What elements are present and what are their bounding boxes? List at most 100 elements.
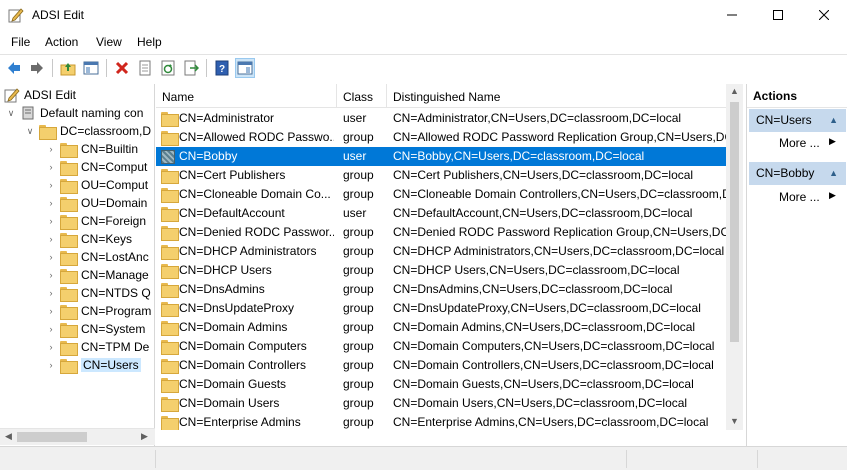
- table-row[interactable]: CN=DnsUpdateProxy group CN=DnsUpdateProxy,…: [156, 299, 726, 318]
- show-hide-action-pane-button[interactable]: [235, 58, 255, 78]
- folder-icon: [60, 214, 78, 230]
- tree-root-label: ADSI Edit: [24, 88, 77, 102]
- action-more-bobby[interactable]: More ... ▶: [779, 190, 836, 204]
- tree-item[interactable]: › CN=NTDS Q: [46, 284, 151, 302]
- expand-chevron-icon[interactable]: ›: [46, 306, 56, 316]
- tree-domain[interactable]: ∨ DC=classroom,D: [25, 122, 151, 140]
- up-one-level-button[interactable]: [58, 58, 78, 78]
- expand-chevron-icon[interactable]: ›: [46, 234, 56, 244]
- table-row[interactable]: CN=Denied RODC Passwor... group CN=Denied …: [156, 223, 726, 242]
- action-group-users[interactable]: CN=Users ▲: [749, 109, 846, 132]
- tree-item[interactable]: › CN=Foreign: [46, 212, 146, 230]
- folder-icon: [161, 207, 179, 222]
- table-row[interactable]: CN=Bobby user CN=Bobby,CN=Users,DC=classro…: [156, 147, 726, 166]
- table-row[interactable]: CN=DefaultAccount user CN=DefaultAccount,C…: [156, 204, 726, 223]
- tree-item-label: CN=Keys: [81, 232, 133, 246]
- expand-chevron-icon[interactable]: ›: [46, 342, 56, 352]
- scroll-down-icon[interactable]: ▼: [730, 416, 739, 426]
- tree-item[interactable]: › CN=Builtin: [46, 140, 138, 158]
- expand-chevron-icon[interactable]: ›: [46, 288, 56, 298]
- show-hide-console-tree-button[interactable]: [81, 58, 101, 78]
- table-row[interactable]: CN=Domain Guests group CN=Domain Guests,CN…: [156, 375, 726, 394]
- collapse-up-icon[interactable]: ▲: [829, 109, 838, 132]
- maximize-icon: [773, 10, 783, 20]
- column-header-class[interactable]: Class: [337, 84, 387, 108]
- scroll-up-icon[interactable]: ▲: [730, 86, 739, 96]
- folder-icon: [60, 142, 78, 158]
- tree-item[interactable]: › CN=Comput: [46, 158, 147, 176]
- cell-name: CN=Administrator: [179, 111, 275, 125]
- table-row[interactable]: CN=Enterprise Admins group CN=Enterprise A…: [156, 413, 726, 430]
- tree-item[interactable]: › OU=Comput: [46, 176, 148, 194]
- scroll-right-icon[interactable]: ▶: [141, 431, 148, 442]
- expand-chevron-icon[interactable]: ›: [46, 324, 56, 334]
- menu-action[interactable]: Action: [45, 35, 78, 49]
- tree-item[interactable]: › CN=Manage: [46, 266, 149, 284]
- expand-chevron-icon[interactable]: ›: [46, 270, 56, 280]
- tree-item[interactable]: › CN=Keys: [46, 230, 132, 248]
- folder-icon: [161, 397, 179, 412]
- forward-button[interactable]: [27, 58, 47, 78]
- scrollbar-thumb[interactable]: [730, 102, 739, 342]
- table-row[interactable]: CN=Cloneable Domain Co... group CN=Cloneab…: [156, 185, 726, 204]
- collapse-chevron-icon[interactable]: ∨: [6, 108, 16, 119]
- tree-item[interactable]: › CN=Program: [46, 302, 151, 320]
- tree-item[interactable]: › CN=TPM De: [46, 338, 149, 356]
- tree-item[interactable]: › CN=LostAnc: [46, 248, 149, 266]
- expand-chevron-icon[interactable]: ›: [46, 252, 56, 262]
- collapse-up-icon[interactable]: ▲: [829, 162, 838, 185]
- column-header-dn[interactable]: Distinguished Name: [387, 84, 726, 108]
- expand-chevron-icon[interactable]: ›: [46, 180, 56, 190]
- column-header-name[interactable]: Name: [156, 84, 337, 108]
- close-button[interactable]: [801, 0, 847, 30]
- properties-button[interactable]: [135, 58, 155, 78]
- menu-view[interactable]: View: [96, 35, 122, 49]
- tree-horizontal-scrollbar[interactable]: ◀ ▶: [0, 428, 155, 445]
- cell-dn: CN=Domain Computers,CN=Users,DC=classroo…: [393, 339, 715, 353]
- table-row[interactable]: CN=Domain Controllers group CN=Domain Cont…: [156, 356, 726, 375]
- tree-item-label: CN=System: [81, 322, 146, 336]
- tree-naming-context[interactable]: ∨ Default naming con: [6, 104, 144, 122]
- back-button[interactable]: [4, 58, 24, 78]
- table-row[interactable]: CN=Cert Publishers group CN=Cert Publisher…: [156, 166, 726, 185]
- expand-chevron-icon[interactable]: ›: [46, 144, 56, 154]
- maximize-button[interactable]: [755, 0, 801, 30]
- action-more-users[interactable]: More ... ▶: [779, 136, 836, 150]
- table-row[interactable]: CN=Domain Users group CN=Domain Users,CN=U…: [156, 394, 726, 413]
- folder-icon: [60, 358, 78, 374]
- tree-item[interactable]: › CN=Users: [46, 356, 141, 374]
- expand-chevron-icon[interactable]: ›: [46, 198, 56, 208]
- menu-file[interactable]: File: [11, 35, 30, 49]
- action-group-bobby[interactable]: CN=Bobby ▲: [749, 162, 846, 185]
- tree-item-label: OU=Domain: [81, 196, 148, 210]
- svg-text:?: ?: [219, 64, 225, 75]
- table-row[interactable]: CN=DnsAdmins group CN=DnsAdmins,CN=Users,D…: [156, 280, 726, 299]
- scroll-left-icon[interactable]: ◀: [5, 431, 12, 442]
- minimize-button[interactable]: [709, 0, 755, 30]
- console-tree: ADSI Edit ∨ Default naming con ∨ DC=clas…: [0, 84, 155, 446]
- tree-item-label: CN=Manage: [81, 268, 149, 282]
- menu-help[interactable]: Help: [137, 35, 162, 49]
- delete-button[interactable]: [112, 58, 132, 78]
- list-vertical-scrollbar[interactable]: ▲ ▼: [726, 84, 743, 430]
- help-button[interactable]: ?: [212, 58, 232, 78]
- table-row[interactable]: CN=Allowed RODC Passwo... group CN=Allowed…: [156, 128, 726, 147]
- cell-dn: CN=DnsAdmins,CN=Users,DC=classroom,DC=lo…: [393, 282, 673, 296]
- cell-name: CN=Cloneable Domain Co...: [179, 187, 331, 201]
- expand-chevron-icon[interactable]: ›: [46, 162, 56, 172]
- table-row[interactable]: CN=Domain Computers group CN=Domain Comput…: [156, 337, 726, 356]
- scrollbar-thumb[interactable]: [17, 432, 87, 442]
- export-list-button[interactable]: [181, 58, 201, 78]
- tree-root[interactable]: ADSI Edit: [4, 86, 76, 104]
- cell-name: CN=Cert Publishers: [179, 168, 286, 182]
- refresh-button[interactable]: [158, 58, 178, 78]
- table-row[interactable]: CN=DHCP Users group CN=DHCP Users,CN=Users…: [156, 261, 726, 280]
- table-row[interactable]: CN=Administrator user CN=Administrator,CN=…: [156, 109, 726, 128]
- table-row[interactable]: CN=DHCP Administrators group CN=DHCP Admin…: [156, 242, 726, 261]
- expand-chevron-icon[interactable]: ›: [46, 360, 56, 370]
- tree-item[interactable]: › CN=System: [46, 320, 145, 338]
- expand-chevron-icon[interactable]: ›: [46, 216, 56, 226]
- tree-item[interactable]: › OU=Domain: [46, 194, 147, 212]
- table-row[interactable]: CN=Domain Admins group CN=Domain Admins,CN…: [156, 318, 726, 337]
- collapse-chevron-icon[interactable]: ∨: [25, 126, 35, 137]
